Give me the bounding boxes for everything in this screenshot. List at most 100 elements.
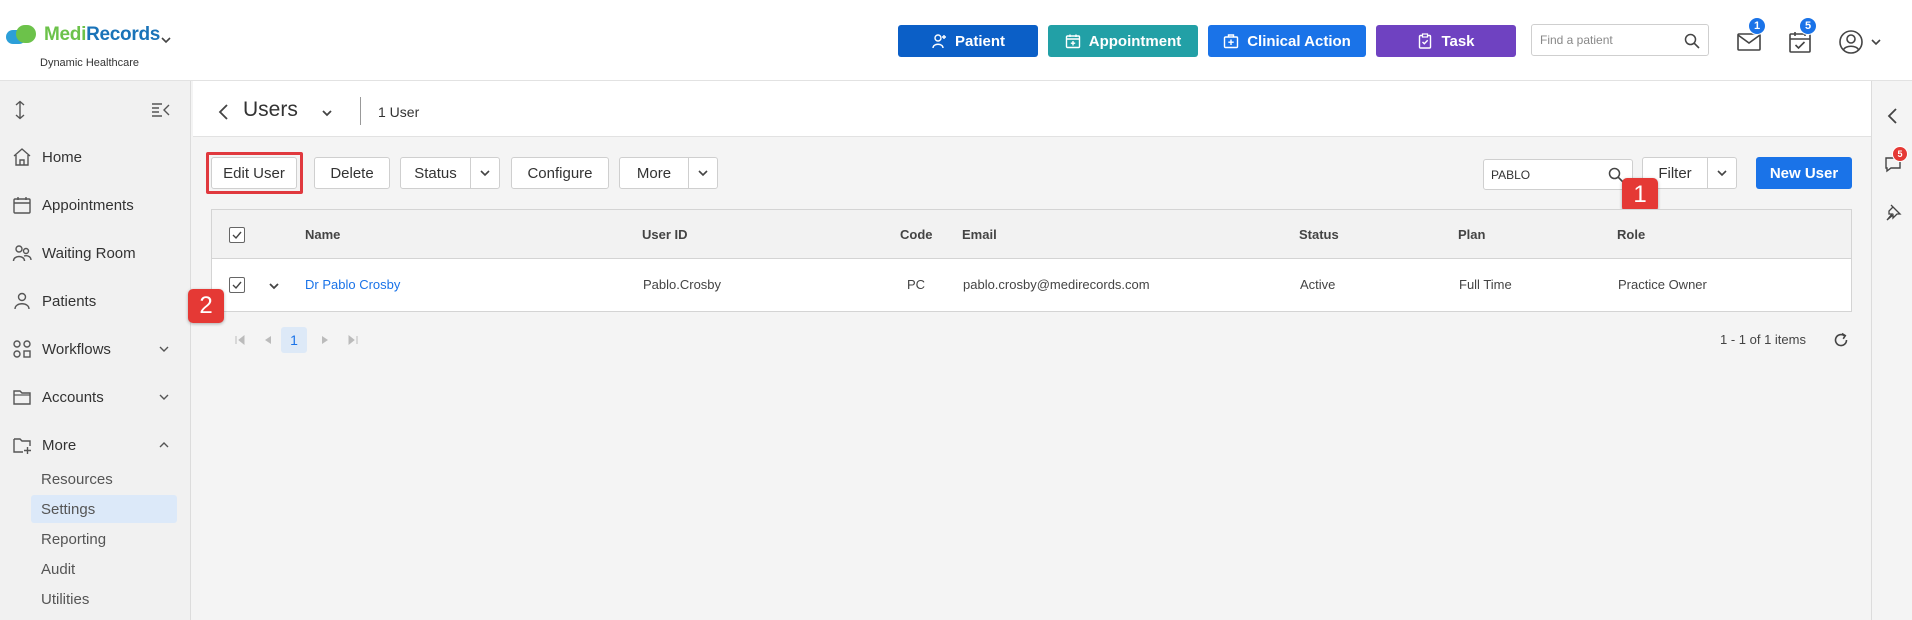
folder-plus-icon — [13, 438, 31, 454]
edit-user-highlight — [206, 152, 303, 194]
column-header-role[interactable]: Role — [1617, 227, 1645, 242]
chat-badge: 5 — [1892, 146, 1908, 162]
expand-vertical-icon[interactable] — [12, 100, 28, 120]
role-cell: Practice Owner — [1618, 277, 1707, 292]
workflow-icon — [13, 340, 31, 358]
page-title: Users — [243, 98, 298, 121]
previous-page-icon[interactable] — [262, 334, 274, 346]
mail-badge: 1 — [1748, 17, 1766, 35]
sidebar-item-accounts[interactable]: Accounts — [0, 377, 191, 417]
sidebar-item-workflows[interactable]: Workflows — [0, 329, 191, 369]
new-appointment-button[interactable]: Appointment — [1048, 25, 1198, 57]
chevron-left-icon[interactable] — [1884, 107, 1902, 125]
step-marker-1: 1 — [1622, 178, 1658, 212]
brand-subtitle: Dynamic Healthcare — [40, 57, 140, 69]
first-page-icon[interactable] — [234, 334, 246, 346]
sidebar-subitem-settings[interactable]: Settings — [31, 495, 177, 523]
people-icon — [12, 245, 32, 262]
main-content: Users 1 User Edit User Delete Status Con… — [188, 81, 1871, 620]
status-dropdown-toggle[interactable] — [470, 157, 500, 189]
column-header-email[interactable]: Email — [962, 227, 997, 242]
column-header-plan[interactable]: Plan — [1458, 227, 1485, 242]
users-table: Name User ID Code Email Status Plan Role… — [211, 209, 1852, 312]
person-add-icon — [932, 34, 946, 49]
home-icon — [13, 148, 31, 166]
user-search-box[interactable] — [1483, 159, 1633, 190]
filter-dropdown-toggle[interactable] — [1707, 157, 1737, 189]
status-button[interactable]: Status — [400, 157, 471, 189]
column-header-code[interactable]: Code — [900, 227, 933, 242]
column-header-user-id[interactable]: User ID — [642, 227, 688, 242]
search-icon[interactable] — [1684, 33, 1700, 49]
user-id-cell: Pablo.Crosby — [643, 277, 722, 292]
left-sidebar: Home Appointments Waiting Room Patients … — [0, 81, 191, 620]
new-patient-button[interactable]: Patient — [898, 25, 1038, 57]
row-checkbox[interactable] — [229, 277, 245, 293]
user-search-input[interactable] — [1491, 160, 1601, 189]
refresh-icon[interactable] — [1833, 332, 1849, 348]
code-cell: PC — [907, 277, 926, 292]
checkmark-icon — [232, 281, 242, 290]
pin-icon[interactable] — [1884, 203, 1902, 221]
find-patient-input[interactable] — [1540, 25, 1680, 55]
current-page-button[interactable]: 1 — [281, 327, 307, 353]
chevron-down-icon — [1717, 170, 1727, 177]
pager-summary: 1 - 1 of 1 items — [1720, 332, 1806, 347]
sidebar-item-more[interactable]: More — [0, 425, 191, 465]
table-header: Name User ID Code Email Status Plan Role — [212, 210, 1851, 259]
new-clinical-action-button[interactable]: Clinical Action — [1208, 25, 1366, 57]
brand-name: MediRecords — [44, 24, 161, 45]
sidebar-item-waiting-room[interactable]: Waiting Room — [0, 233, 191, 273]
new-user-button[interactable]: New User — [1756, 157, 1852, 189]
calendar-icon — [13, 197, 31, 214]
sidebar-item-patients[interactable]: Patients — [0, 281, 191, 321]
top-header: MediRecords Dynamic Healthcare Patient A… — [0, 0, 1912, 81]
configure-button[interactable]: Configure — [511, 157, 609, 189]
calendar-badge: 5 — [1799, 17, 1817, 35]
person-icon — [14, 292, 30, 310]
sidebar-item-home[interactable]: Home — [0, 137, 191, 177]
chevron-down-icon[interactable] — [160, 34, 172, 46]
sidebar-item-appointments[interactable]: Appointments — [0, 185, 191, 225]
sidebar-subitem-reporting[interactable]: Reporting — [31, 525, 177, 553]
last-page-icon[interactable] — [347, 334, 359, 346]
expand-row-chevron-icon[interactable] — [268, 280, 280, 292]
user-avatar-icon[interactable] — [1838, 29, 1864, 55]
chevron-down-icon — [480, 170, 490, 177]
chevron-down-icon[interactable] — [1870, 36, 1882, 48]
medical-kit-icon — [1223, 34, 1239, 49]
chevron-down-icon — [159, 346, 169, 352]
status-cell: Active — [1300, 277, 1336, 292]
chevron-down-icon — [698, 170, 708, 177]
next-page-icon[interactable] — [319, 334, 331, 346]
more-dropdown-toggle[interactable] — [688, 157, 718, 189]
user-name-link[interactable]: Dr Pablo Crosby — [305, 277, 400, 292]
column-header-name[interactable]: Name — [305, 227, 340, 242]
chevron-left-icon[interactable] — [217, 103, 231, 121]
more-button[interactable]: More — [619, 157, 689, 189]
chevron-down-icon — [159, 394, 169, 400]
collapse-sidebar-icon[interactable] — [151, 102, 171, 118]
calendar-plus-icon — [1065, 34, 1080, 49]
plan-cell: Full Time — [1459, 277, 1512, 292]
step-marker-2: 2 — [188, 289, 224, 323]
clipboard-icon — [1419, 33, 1432, 49]
checkmark-icon — [232, 231, 242, 240]
cloud-logo-icon — [4, 24, 42, 46]
new-task-button[interactable]: Task — [1376, 25, 1516, 57]
email-cell: pablo.crosby@medirecords.com — [963, 277, 1150, 292]
chevron-up-icon — [159, 442, 169, 448]
sidebar-subitem-resources[interactable]: Resources — [31, 465, 177, 493]
user-count: 1 User — [378, 104, 420, 120]
sidebar-subitem-audit[interactable]: Audit — [31, 555, 177, 583]
folder-icon — [13, 390, 31, 405]
find-patient-box[interactable] — [1531, 24, 1709, 56]
sidebar-subitem-utilities[interactable]: Utilities — [31, 585, 177, 613]
delete-button[interactable]: Delete — [314, 157, 390, 189]
select-all-checkbox[interactable] — [229, 227, 245, 243]
column-header-status[interactable]: Status — [1299, 227, 1339, 242]
right-rail: 5 — [1871, 81, 1912, 620]
brand-logo[interactable]: MediRecords — [4, 24, 160, 46]
divider — [360, 97, 361, 125]
chevron-down-icon[interactable] — [321, 107, 333, 119]
